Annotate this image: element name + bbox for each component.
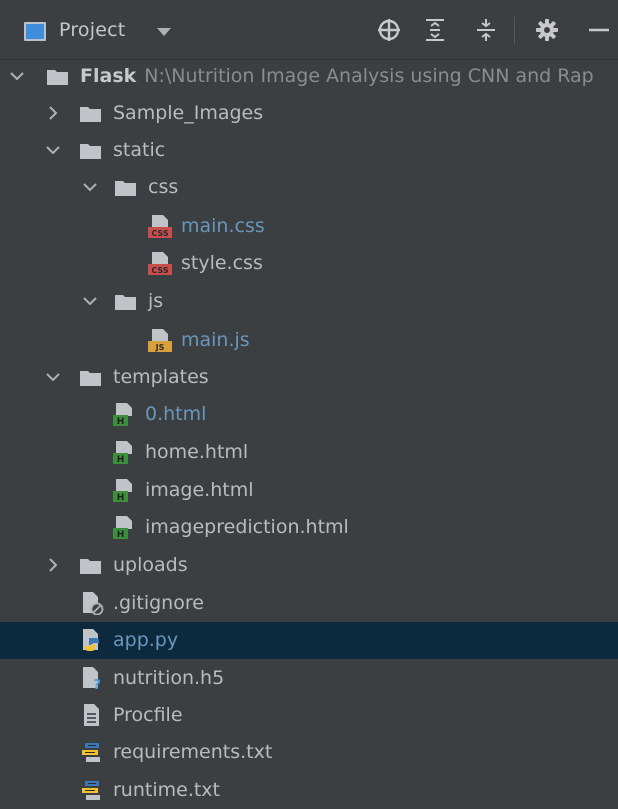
js-file-icon: JS	[148, 329, 172, 352]
tree-node-label: app.py	[113, 629, 179, 651]
html-file-icon: H	[113, 479, 132, 502]
tree-node-label: templates	[113, 366, 209, 388]
chevron-down-icon[interactable]	[45, 369, 61, 385]
tree-node-label: nutrition.h5	[113, 667, 225, 689]
tree-node-label: Procfile	[113, 704, 183, 726]
folder-icon	[47, 70, 68, 85]
python-requirements-icon	[82, 781, 100, 800]
tree-node-runtime-txt[interactable]: runtime.txt	[0, 772, 618, 809]
ignored-file-icon	[83, 592, 104, 615]
tree-node-label: image.html	[145, 479, 254, 501]
js-badge: JS	[155, 343, 165, 352]
python-file-icon	[83, 629, 99, 651]
python-requirements-icon	[82, 743, 100, 762]
tree-node-nutrition-h5[interactable]: ? nutrition.h5	[0, 660, 618, 697]
tree-node-label: uploads	[113, 554, 188, 576]
project-view-selector[interactable]: Project	[59, 19, 125, 41]
css-badge: CSS	[151, 266, 168, 275]
tree-node-static[interactable]: static	[0, 132, 618, 169]
tree-node-css[interactable]: css	[0, 169, 618, 206]
chevron-down-icon[interactable]	[82, 179, 98, 195]
html-badge: H	[117, 530, 125, 539]
tree-node-label: style.css	[181, 252, 263, 274]
tree-node-app-py[interactable]: app.py	[0, 622, 618, 659]
tree-node-label: home.html	[145, 441, 249, 463]
chevron-right-icon[interactable]	[45, 557, 61, 573]
tree-node-templates[interactable]: templates	[0, 359, 618, 396]
tree-node-label: runtime.txt	[113, 779, 221, 801]
tree-node-js[interactable]: js	[0, 283, 618, 320]
collapse-all-icon[interactable]	[473, 17, 499, 43]
tree-node-procfile[interactable]: Procfile	[0, 697, 618, 734]
html-badge: H	[117, 417, 125, 426]
crosshair-icon[interactable]	[376, 17, 402, 43]
tree-node-style-css[interactable]: CSS style.css	[0, 245, 618, 282]
gear-icon[interactable]	[534, 17, 560, 43]
tree-node-main-js[interactable]: JS main.js	[0, 322, 618, 359]
tree-node-home-html[interactable]: H home.html	[0, 434, 618, 471]
tree-node-gitignore[interactable]: .gitignore	[0, 585, 618, 622]
folder-icon	[80, 107, 101, 122]
tree-node-main-css[interactable]: CSS main.css	[0, 208, 618, 245]
tree-node-requirements-txt[interactable]: requirements.txt	[0, 734, 618, 771]
folder-icon	[80, 371, 101, 386]
expand-all-icon[interactable]	[422, 17, 448, 43]
tree-node-0-html[interactable]: H 0.html	[0, 396, 618, 433]
html-file-icon: H	[113, 403, 132, 426]
tree-node-label: main.js	[181, 329, 250, 351]
chevron-down-icon[interactable]	[157, 28, 171, 36]
tree-node-uploads[interactable]: uploads	[0, 547, 618, 584]
tree-node-label: static	[113, 139, 166, 161]
chevron-down-icon[interactable]	[45, 142, 61, 158]
folder-icon	[115, 295, 136, 310]
tree-node-label: css	[148, 176, 179, 198]
tree-node-image-html[interactable]: H image.html	[0, 472, 618, 509]
html-file-icon: H	[113, 441, 132, 464]
html-badge: H	[117, 455, 125, 464]
minimize-icon[interactable]	[586, 17, 612, 43]
text-file-icon	[84, 704, 99, 726]
unknown-file-icon: ?	[83, 667, 101, 690]
tree-node-label: Flask N:\Nutrition Image Analysis using C…	[80, 65, 594, 87]
project-window-icon	[24, 22, 46, 41]
folder-icon	[115, 181, 136, 196]
tree-node-sample-images[interactable]: Sample_Images	[0, 95, 618, 132]
chevron-down-icon[interactable]	[82, 293, 98, 309]
css-file-icon: CSS	[148, 252, 172, 275]
folder-icon	[80, 144, 101, 159]
tree-node-label: 0.html	[145, 403, 207, 425]
html-file-icon: H	[113, 516, 132, 539]
folder-icon	[80, 559, 101, 574]
tree-node-label: main.css	[181, 215, 265, 237]
toolbar-separator	[514, 17, 515, 45]
tree-node-label: js	[148, 290, 164, 312]
html-badge: H	[117, 493, 125, 502]
root-path: N:\Nutrition Image Analysis using CNN an…	[144, 65, 594, 87]
css-badge: CSS	[151, 229, 168, 238]
svg-text:?: ?	[93, 678, 101, 690]
tree-node-label: imageprediction.html	[145, 516, 349, 538]
css-file-icon: CSS	[148, 215, 172, 238]
tree-node-label: Sample_Images	[113, 102, 264, 124]
tree-node-imageprediction-html[interactable]: H imageprediction.html	[0, 509, 618, 546]
tree-node-label: requirements.txt	[113, 741, 273, 763]
tree-node-flask[interactable]: Flask N:\Nutrition Image Analysis using C…	[0, 58, 618, 95]
project-toolbar: Project	[0, 0, 618, 60]
chevron-right-icon[interactable]	[45, 105, 61, 121]
chevron-down-icon[interactable]	[9, 68, 25, 84]
tree-node-label: .gitignore	[113, 592, 204, 614]
